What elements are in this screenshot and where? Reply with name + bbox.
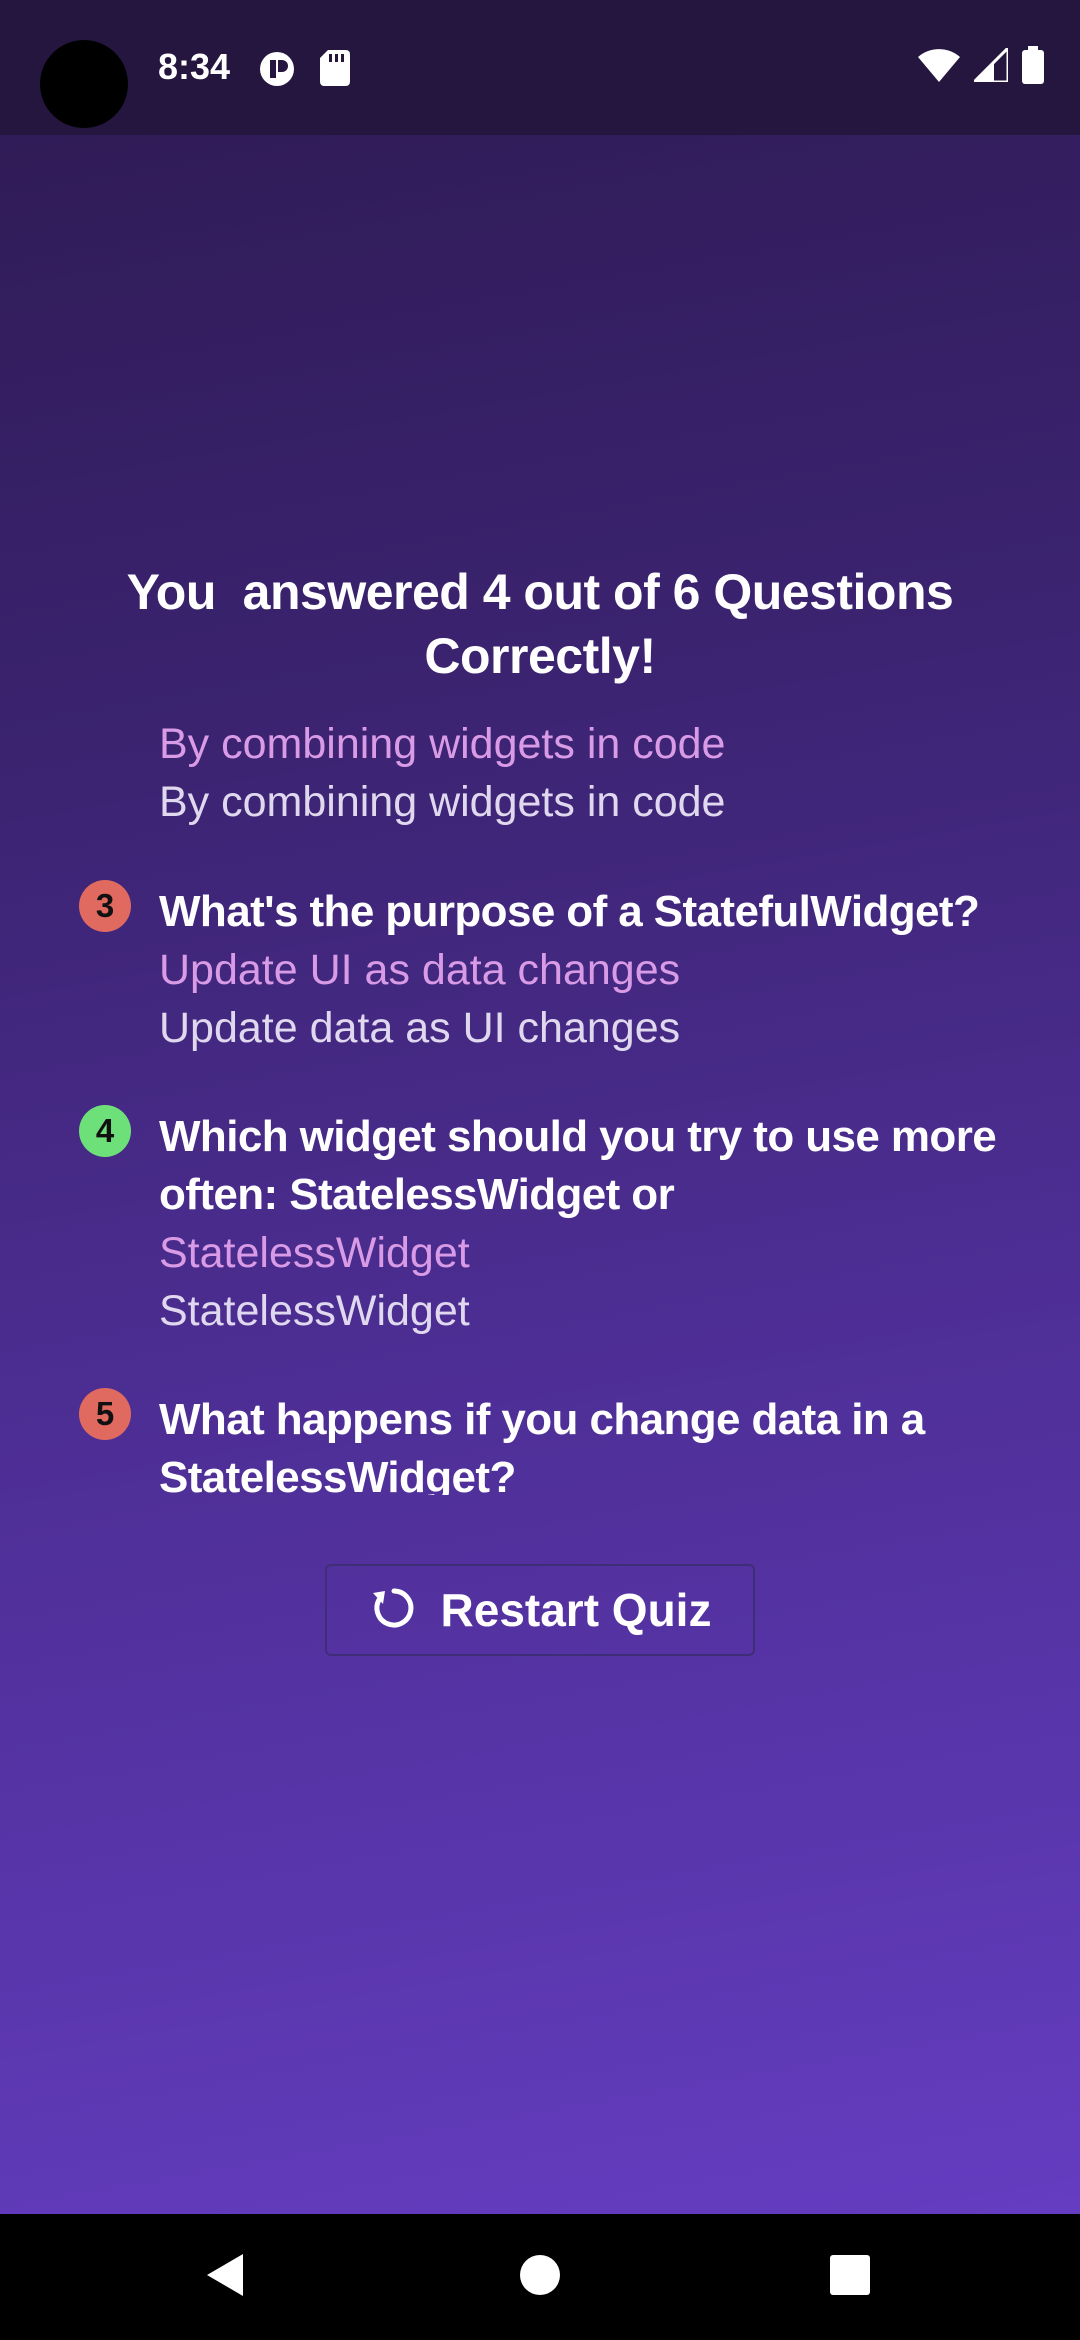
status-time: 8:34 — [158, 46, 231, 87]
correct-answer: Update data as UI changes — [159, 1004, 681, 1052]
answers-summary-list[interactable]: By combining widgets in code By combinin… — [0, 705, 1080, 1495]
question-number-badge: 5 — [79, 1388, 131, 1440]
nav-back-button[interactable] — [145, 2214, 305, 2340]
restart-quiz-label: Restart Quiz — [440, 1584, 712, 1636]
restart-quiz-button[interactable]: Restart Quiz — [325, 1564, 755, 1656]
home-icon — [519, 2254, 561, 2301]
question-text: Which widget should you try to use more … — [159, 1112, 997, 1219]
restart-icon — [369, 1583, 419, 1638]
status-bar: 8:34 — [0, 0, 1080, 135]
battery-icon — [1022, 46, 1044, 89]
back-icon — [203, 2252, 247, 2303]
question-text: What happens if you change data in a Sta… — [159, 1395, 925, 1495]
question-number-badge: 3 — [79, 880, 131, 932]
cellular-signal-icon — [970, 44, 1010, 87]
correct-answer: StatelessWidget — [159, 1287, 470, 1335]
camera-cutout — [40, 40, 128, 128]
wifi-icon — [918, 48, 960, 87]
nav-recents-button[interactable] — [770, 2214, 930, 2340]
user-answer: By combining widgets in code — [159, 720, 726, 768]
correct-answer: By combining widgets in code — [159, 778, 726, 826]
app-notification-icon — [258, 50, 296, 93]
question-number-badge: 4 — [79, 1105, 131, 1157]
user-answer: StatelessWidget — [159, 1229, 470, 1277]
nav-home-button[interactable] — [460, 2214, 620, 2340]
system-navigation-bar — [0, 2214, 1080, 2340]
sd-card-icon — [320, 50, 350, 91]
user-answer: Update UI as data changes — [159, 946, 681, 994]
summary-title: You answered 4 out of 6 Questions Correc… — [126, 564, 967, 684]
recents-icon — [830, 2254, 870, 2300]
question-text: What's the purpose of a StatefulWidget? — [159, 887, 980, 936]
